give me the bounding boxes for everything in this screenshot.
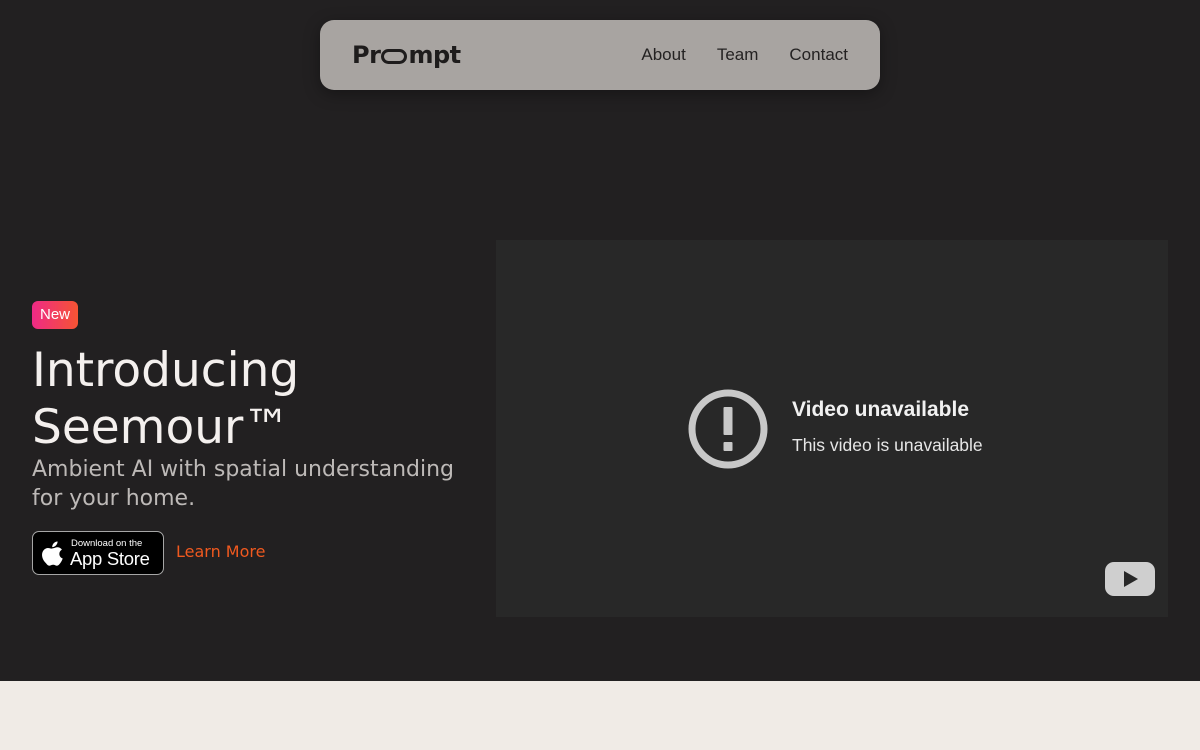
next-section — [0, 681, 1200, 750]
headline-line-2: Seemour™ — [32, 400, 291, 455]
logo-text-end: mpt — [408, 41, 461, 69]
video-unavailable-title: Video unavailable — [792, 398, 970, 421]
video-unavailable-message: This video is unavailable — [792, 435, 983, 455]
navbar: Pr mpt About Team Contact — [320, 20, 880, 90]
hero-headline: Introducing Seemour™ — [32, 342, 472, 456]
apple-icon — [42, 541, 63, 566]
new-badge: New — [32, 301, 79, 329]
alert-icon — [688, 389, 768, 469]
logo-oval-mark — [381, 49, 408, 64]
learn-more-link[interactable]: Learn More — [176, 542, 265, 562]
youtube-logo-icon[interactable] — [1104, 560, 1156, 598]
headline-line-1: Introducing — [32, 343, 300, 398]
logo[interactable]: Pr mpt — [352, 39, 461, 71]
nav-link-about[interactable]: About — [641, 45, 685, 65]
logo-text-start: Pr — [352, 41, 381, 69]
nav-link-team[interactable]: Team — [717, 45, 759, 65]
nav-links: About Team Contact — [641, 20, 848, 90]
app-store-button[interactable]: Download on the App Store — [32, 531, 164, 575]
hero-subhead: Ambient AI with spatial understanding fo… — [32, 457, 455, 511]
nav-link-contact[interactable]: Contact — [789, 45, 848, 65]
video-player[interactable]: Video unavailable This video is unavaila… — [496, 240, 1168, 617]
app-store-big-text: App Store — [70, 548, 150, 569]
hero-section: Pr mpt About Team Contact New Introducing… — [0, 0, 1200, 681]
